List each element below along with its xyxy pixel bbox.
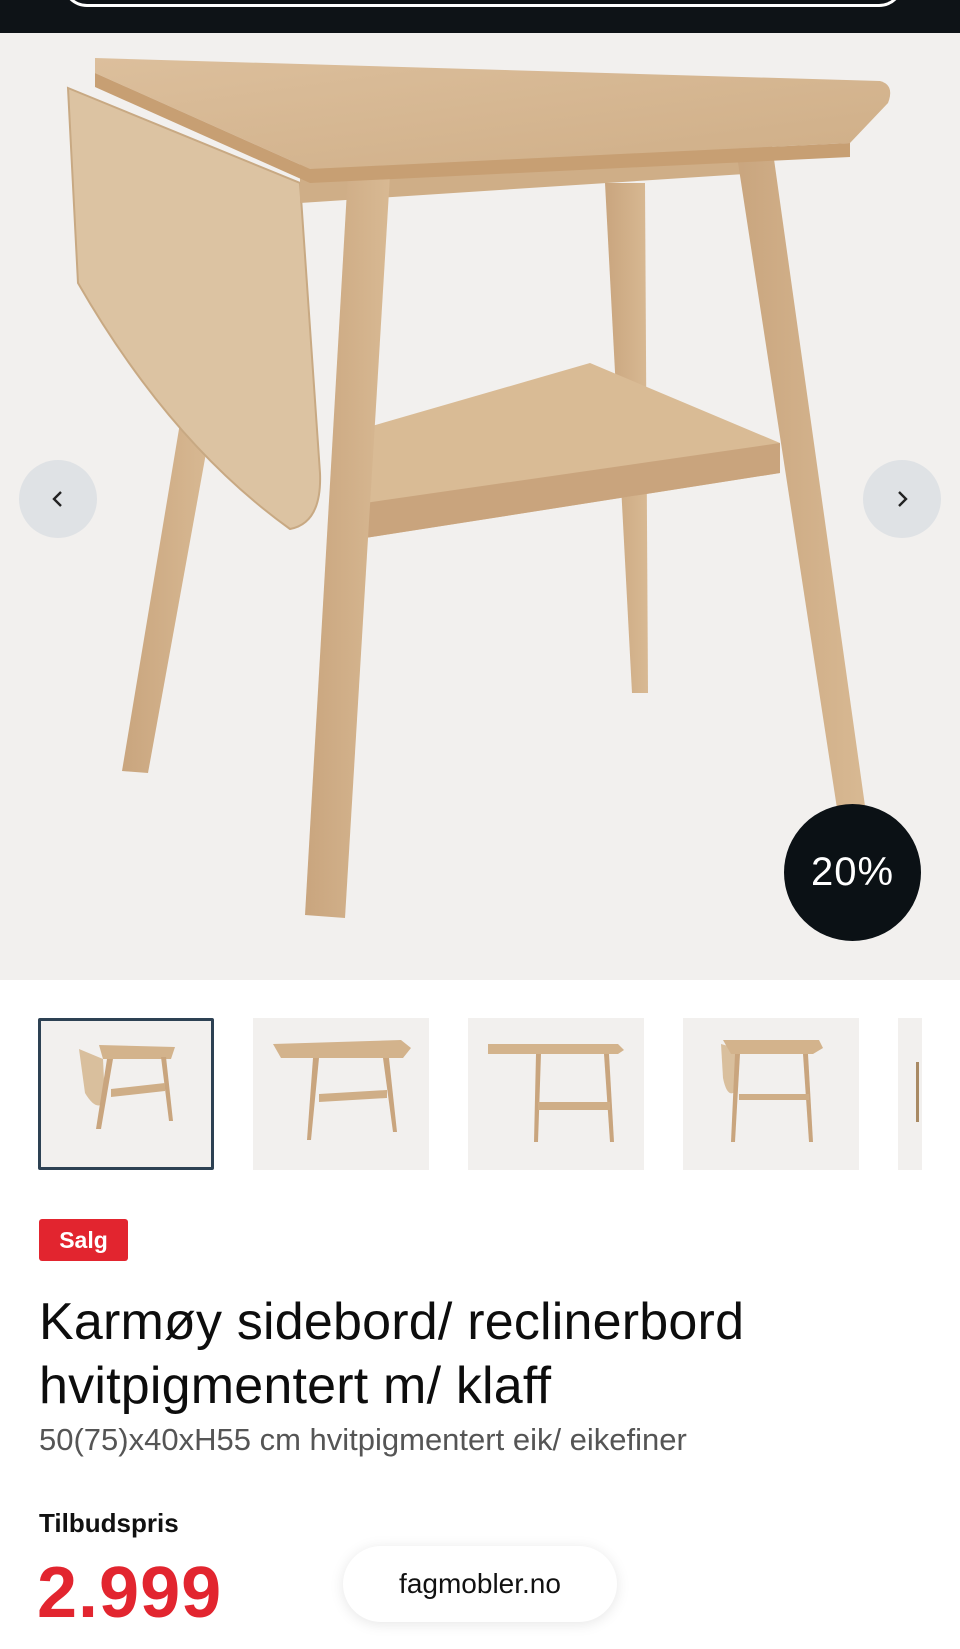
discount-badge: 20% (784, 804, 921, 941)
thumbnail-4[interactable] (683, 1018, 859, 1170)
product-image-gallery: 20% (0, 33, 960, 980)
thumbnail-3[interactable] (468, 1018, 644, 1170)
thumbnail-image (721, 1040, 823, 1142)
thumbnail-strip (0, 1018, 960, 1171)
discount-badge-text: 20% (810, 850, 895, 894)
domain-text: fagmobler.no (399, 1568, 561, 1599)
thumbnail-image (79, 1045, 175, 1129)
sale-badge: Salg (39, 1219, 128, 1261)
thumbnail-2[interactable] (253, 1018, 429, 1170)
product-subtitle: 50(75)x40xH55 cm hvitpigmentert eik/ eik… (39, 1422, 687, 1457)
thumbnail-5[interactable] (898, 1018, 922, 1170)
price-label: Tilbudspris (39, 1508, 179, 1538)
thumbnail-image (273, 1040, 411, 1140)
gallery-next-button[interactable] (863, 460, 941, 538)
chevron-right-icon (898, 491, 908, 507)
browser-domain-chip[interactable]: fagmobler.no (343, 1546, 617, 1622)
thumbnail-image (916, 1062, 919, 1122)
sale-badge-text: Salg (59, 1226, 108, 1253)
chevron-left-icon (52, 491, 62, 507)
product-price: 2.999 (37, 1553, 223, 1633)
thumbnail-1[interactable] (38, 1018, 214, 1170)
thumbnail-image (488, 1044, 624, 1142)
top-bar (0, 0, 960, 33)
product-title: Karmøy sidebord/ reclinerbord hvitpigmen… (39, 1293, 745, 1415)
gallery-prev-button[interactable] (19, 460, 97, 538)
search-pill-edge[interactable] (62, 0, 904, 7)
